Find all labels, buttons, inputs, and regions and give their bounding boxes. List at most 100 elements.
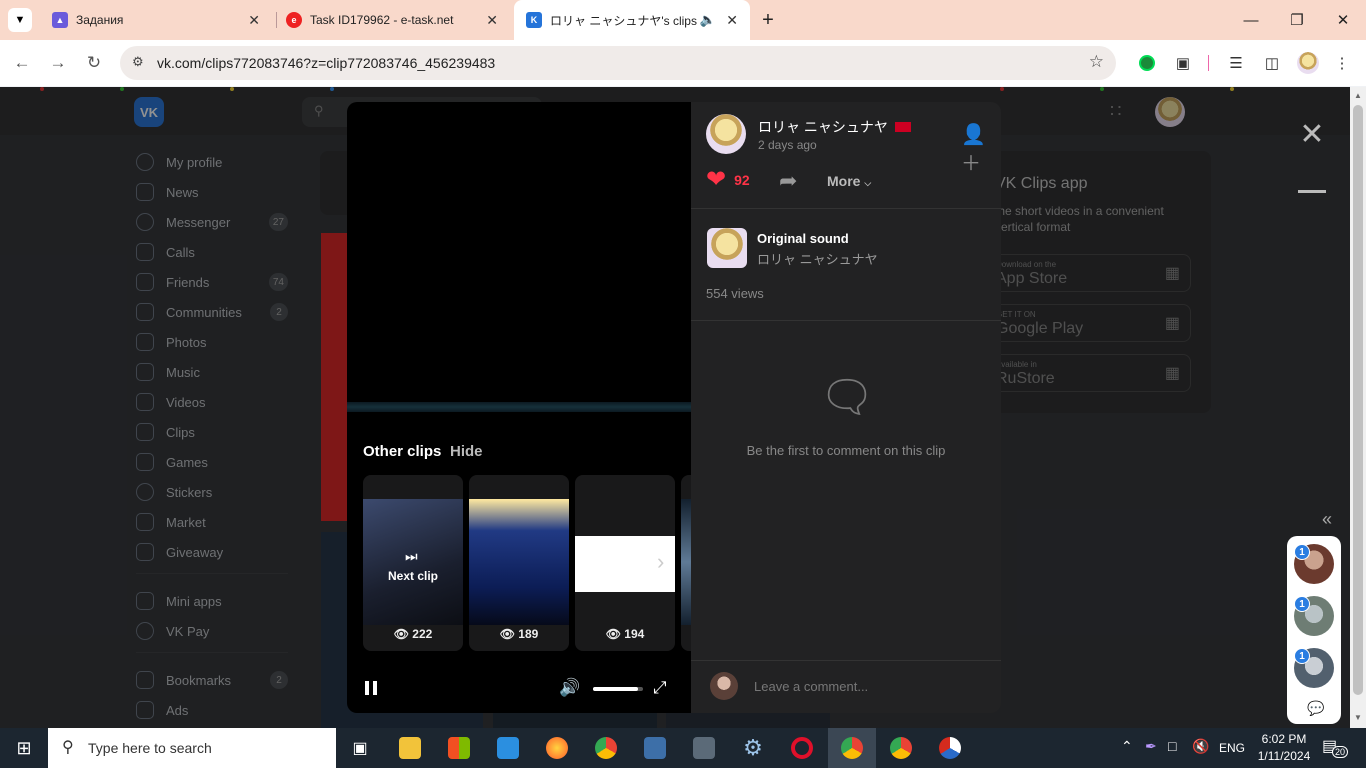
url-text[interactable]: vk.com/clips772083746?z=clip772083746_45… bbox=[157, 55, 495, 71]
close-window-button[interactable]: ✕ bbox=[1320, 0, 1366, 40]
volume-icon[interactable]: 🔊 bbox=[559, 678, 580, 698]
minimize-button[interactable]: — bbox=[1228, 0, 1274, 40]
commenter-avatar bbox=[710, 672, 738, 700]
chat-unread-badge: 1 bbox=[1294, 596, 1310, 612]
add-friend-icon[interactable]: 👤＋ bbox=[961, 122, 1001, 176]
volume-muted-icon[interactable]: 🔇 bbox=[1192, 738, 1209, 755]
bookmark-star-icon[interactable]: ☆ bbox=[1089, 52, 1104, 72]
media-control-icon[interactable]: ☰ bbox=[1225, 52, 1247, 74]
clock[interactable]: 6:02 PM 1/11/2024 bbox=[1252, 731, 1316, 765]
tab-zadaniya[interactable]: ▲ Задания ✕ bbox=[40, 0, 272, 40]
pen-icon[interactable]: ✒ bbox=[1145, 738, 1157, 755]
media-app-icon bbox=[644, 737, 666, 759]
extensions-puzzle-icon[interactable]: ▣ bbox=[1172, 52, 1194, 74]
clip-card-partial[interactable] bbox=[681, 475, 691, 651]
clock-date: 1/11/2024 bbox=[1257, 749, 1311, 763]
like-button[interactable]: ❤ 92 bbox=[706, 168, 750, 192]
close-modal-icon[interactable]: ✕ bbox=[1296, 120, 1328, 152]
taskbar-search-box[interactable]: ⚲ Type here to search bbox=[48, 728, 336, 768]
more-button[interactable]: More ⌵ bbox=[827, 173, 871, 189]
task-view-icon: ▣ bbox=[352, 740, 368, 757]
restore-button[interactable]: ❐ bbox=[1274, 0, 1320, 40]
sound-cover[interactable] bbox=[707, 228, 747, 268]
video-player[interactable]: Other clips Hide ⏭ Next clip 👁 222 👁 189… bbox=[347, 102, 691, 713]
windows-logo-icon: ⊞ bbox=[16, 737, 32, 758]
taskbar-chrome-profile[interactable] bbox=[877, 728, 925, 768]
chevron-right-icon[interactable]: › bbox=[657, 549, 664, 575]
volume-slider[interactable] bbox=[593, 687, 643, 691]
chat-unread-badge: 1 bbox=[1294, 648, 1310, 664]
close-tab-icon[interactable]: ✕ bbox=[726, 12, 738, 29]
taskbar-opera[interactable] bbox=[778, 728, 826, 768]
site-info-icon[interactable]: ⚙ bbox=[132, 54, 144, 70]
mail-icon bbox=[497, 737, 519, 759]
tab-vk-clips[interactable]: K ロリャ ニャシュナヤ's clips 🔈 ✕ bbox=[514, 0, 750, 40]
chevron-down-icon: ⌵ bbox=[864, 178, 872, 188]
search-icon: ⚲ bbox=[62, 739, 74, 756]
taskbar-file-explorer[interactable] bbox=[386, 728, 434, 768]
side-panel-icon[interactable]: ◫ bbox=[1261, 52, 1283, 74]
tab-search-button[interactable]: ▼ bbox=[8, 8, 32, 32]
browser-tab-strip: ▼ ▲ Задания ✕ e Task ID179962 - e-task.n… bbox=[0, 0, 1366, 40]
extension-green-icon[interactable] bbox=[1136, 52, 1158, 74]
pause-button[interactable] bbox=[365, 681, 379, 697]
opera-icon bbox=[791, 737, 813, 759]
reload-button[interactable]: ↻ bbox=[79, 48, 109, 78]
page-scrollbar[interactable]: ▲ ▼ bbox=[1350, 87, 1366, 728]
taskbar-calculator[interactable] bbox=[680, 728, 728, 768]
clip-info-panel: ロリャ ニャシュナヤ 2 days ago 👤＋ ❤ 92 ➦ More ⌵ O… bbox=[691, 102, 1001, 713]
next-clip-label: Next clip bbox=[387, 569, 438, 583]
empty-comments-text: Be the first to comment on this clip bbox=[746, 443, 946, 458]
chrome-icon bbox=[890, 737, 912, 759]
clip-card[interactable]: 👁 189 bbox=[469, 475, 569, 651]
firefox-icon bbox=[546, 737, 568, 759]
taskbar-firefox[interactable] bbox=[533, 728, 581, 768]
start-button[interactable]: ⊞ bbox=[0, 728, 48, 768]
language-indicator[interactable]: ENG bbox=[1219, 741, 1245, 755]
comment-input[interactable]: Leave a comment... bbox=[754, 679, 984, 694]
scroll-down-icon[interactable]: ▼ bbox=[1354, 713, 1362, 722]
taskbar-app[interactable] bbox=[926, 728, 974, 768]
share-icon[interactable]: ➦ bbox=[779, 168, 797, 194]
back-button[interactable]: ← bbox=[7, 48, 37, 78]
minimize-modal-icon[interactable] bbox=[1298, 190, 1326, 193]
taskbar-mail[interactable] bbox=[484, 728, 532, 768]
author-name[interactable]: ロリャ ニャシュナヤ bbox=[758, 117, 911, 137]
chat-avatar[interactable]: 1 bbox=[1294, 544, 1334, 584]
network-icon[interactable]: □ bbox=[1168, 738, 1176, 754]
windows-taskbar: ⊞ ⚲ Type here to search ▣ ⚙ ⌃ ✒ □ 🔇 ENG … bbox=[0, 728, 1366, 768]
chat-avatar[interactable]: 1 bbox=[1294, 648, 1334, 688]
taskbar-chrome-active[interactable] bbox=[828, 728, 876, 768]
clip-card[interactable]: › 👁 194 bbox=[575, 475, 675, 651]
clip-card-next[interactable]: ⏭ Next clip 👁 222 bbox=[363, 475, 463, 651]
show-hidden-icons[interactable]: ⌃ bbox=[1121, 738, 1133, 755]
collapse-chats-icon[interactable]: « bbox=[1322, 509, 1332, 530]
chat-bubbles-panel: 1 1 1 💬 bbox=[1287, 536, 1341, 724]
hide-other-clips-button[interactable]: Hide bbox=[450, 443, 483, 460]
chrome-icon bbox=[841, 737, 863, 759]
task-view-button[interactable]: ▣ bbox=[336, 728, 384, 768]
author-avatar[interactable] bbox=[706, 114, 746, 154]
forward-button[interactable]: → bbox=[43, 48, 73, 78]
new-tab-button[interactable]: + bbox=[756, 8, 780, 32]
sound-title[interactable]: Original sound bbox=[757, 231, 849, 246]
profile-avatar[interactable] bbox=[1297, 52, 1319, 74]
speaker-icon: 🔈 bbox=[699, 12, 716, 27]
taskbar-chrome[interactable] bbox=[582, 728, 630, 768]
scroll-thumb[interactable] bbox=[1353, 105, 1363, 695]
address-bar[interactable]: ⚙ vk.com/clips772083746?z=clip772083746_… bbox=[120, 46, 1116, 80]
taskbar-settings[interactable]: ⚙ bbox=[729, 728, 777, 768]
scroll-up-icon[interactable]: ▲ bbox=[1354, 91, 1362, 100]
notifications-button[interactable]: ▤ 20 bbox=[1322, 736, 1350, 760]
chat-avatar[interactable]: 1 bbox=[1294, 596, 1334, 636]
menu-kebab-icon[interactable]: ⋮ bbox=[1331, 52, 1353, 74]
sound-author[interactable]: ロリャ ニャシュナヤ bbox=[757, 249, 878, 268]
fullscreen-icon[interactable]: ⤢ bbox=[653, 678, 667, 698]
tab-etask[interactable]: e Task ID179962 - e-task.net ✕ bbox=[274, 0, 510, 40]
chat-bubble-icon[interactable]: 💬 bbox=[1307, 700, 1324, 717]
close-tab-icon[interactable]: ✕ bbox=[248, 12, 260, 29]
close-tab-icon[interactable]: ✕ bbox=[486, 12, 498, 29]
vk-favicon-icon: K bbox=[526, 12, 542, 28]
taskbar-app[interactable] bbox=[631, 728, 679, 768]
taskbar-store[interactable] bbox=[435, 728, 483, 768]
